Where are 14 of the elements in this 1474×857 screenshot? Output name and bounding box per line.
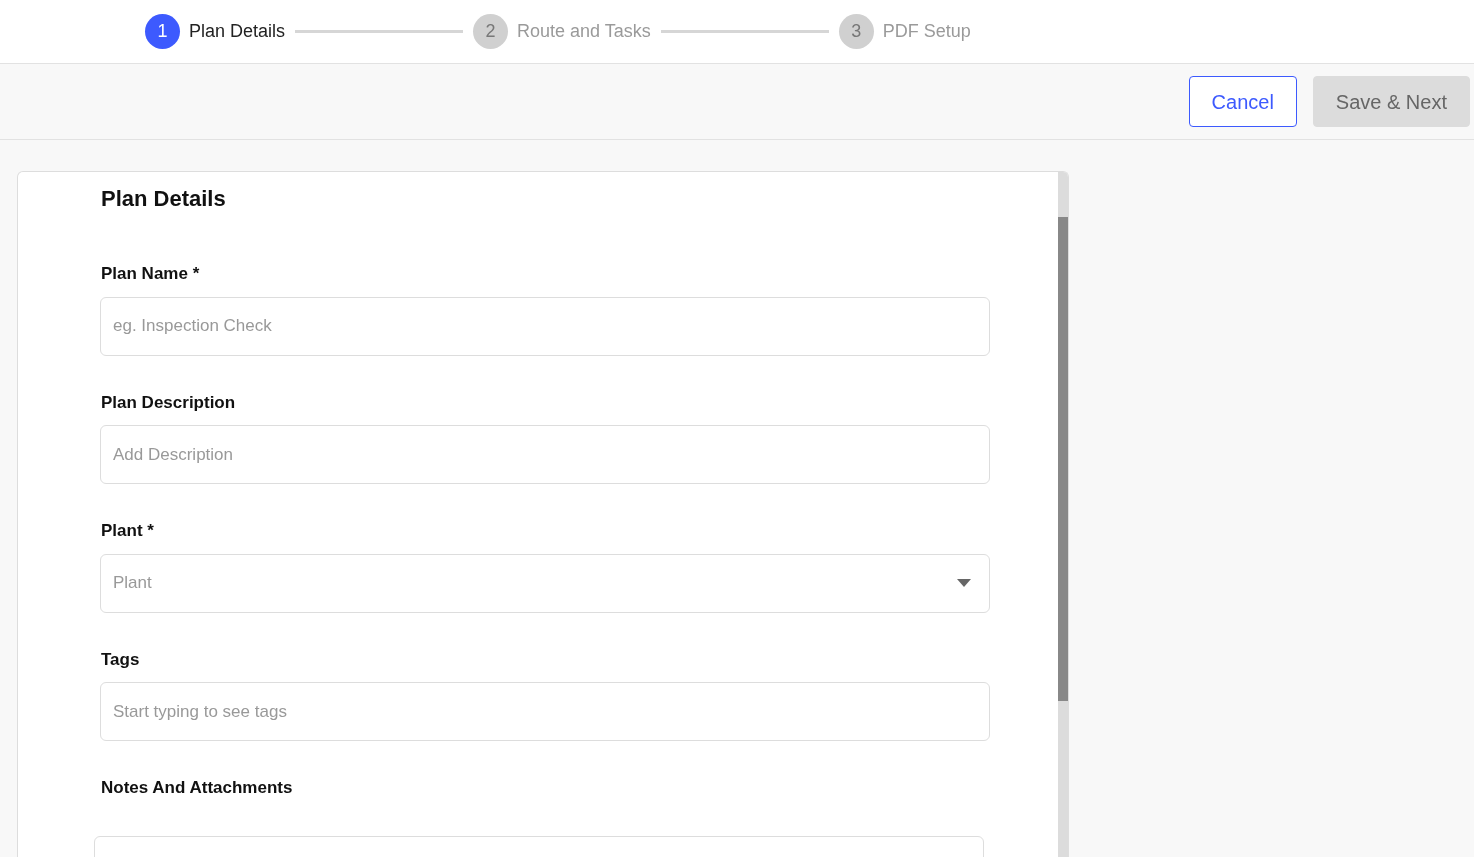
cancel-button[interactable]: Cancel — [1188, 76, 1297, 127]
step-tab[interactable]: 2 Route and Tasks — [473, 14, 651, 49]
field-label: Plant * — [101, 520, 155, 542]
input-field[interactable]: eg. Inspection Check — [100, 296, 990, 356]
select-field[interactable]: Plant — [100, 553, 990, 613]
field-label: Plan Name * — [101, 263, 201, 285]
step-tab[interactable]: 3 PDF Setup — [838, 14, 971, 49]
field-label: Notes And Attachments — [101, 777, 294, 799]
input-field[interactable]: Add Description — [100, 425, 990, 484]
field-label: Tags — [101, 648, 141, 671]
input-field[interactable]: Start typing to see tags — [100, 682, 990, 741]
form-title: Plan Details — [101, 185, 227, 213]
step-tab[interactable]: 1 Plan Details — [145, 14, 286, 49]
field-label: Plan Description — [101, 391, 237, 414]
